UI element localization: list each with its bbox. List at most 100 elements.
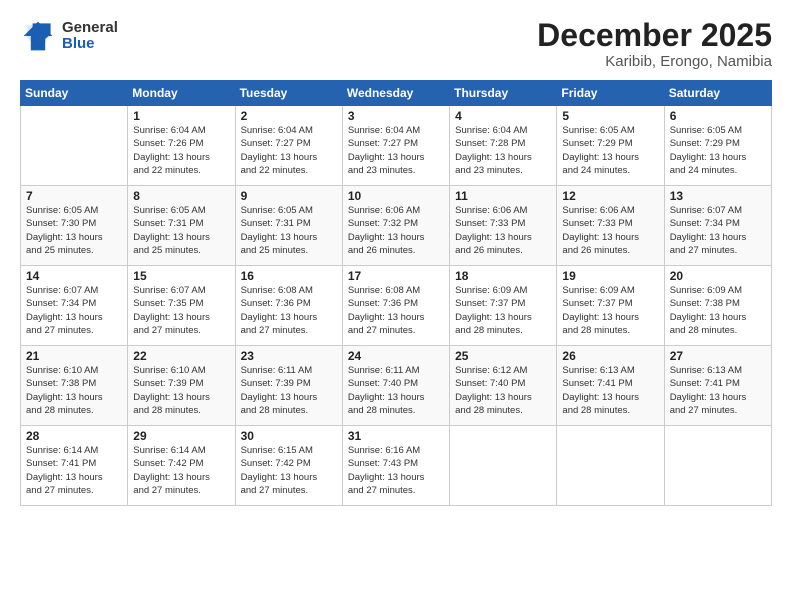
calendar-cell — [664, 426, 771, 506]
day-info: Sunrise: 6:05 AMSunset: 7:30 PMDaylight:… — [26, 204, 122, 257]
day-header-monday: Monday — [128, 81, 235, 106]
logo: General Blue — [20, 18, 118, 54]
calendar-table: SundayMondayTuesdayWednesdayThursdayFrid… — [20, 80, 772, 506]
day-number: 25 — [455, 349, 551, 363]
calendar-cell: 22Sunrise: 6:10 AMSunset: 7:39 PMDayligh… — [128, 346, 235, 426]
day-info: Sunrise: 6:09 AMSunset: 7:38 PMDaylight:… — [670, 284, 766, 337]
month-title: December 2025 — [537, 18, 772, 53]
day-number: 19 — [562, 269, 658, 283]
calendar-cell: 11Sunrise: 6:06 AMSunset: 7:33 PMDayligh… — [450, 186, 557, 266]
day-header-thursday: Thursday — [450, 81, 557, 106]
day-header-tuesday: Tuesday — [235, 81, 342, 106]
calendar-cell: 12Sunrise: 6:06 AMSunset: 7:33 PMDayligh… — [557, 186, 664, 266]
day-info: Sunrise: 6:16 AMSunset: 7:43 PMDaylight:… — [348, 444, 444, 497]
day-info: Sunrise: 6:14 AMSunset: 7:41 PMDaylight:… — [26, 444, 122, 497]
page: General Blue December 2025 Karibib, Eron… — [0, 0, 792, 612]
day-number: 13 — [670, 189, 766, 203]
calendar-cell: 20Sunrise: 6:09 AMSunset: 7:38 PMDayligh… — [664, 266, 771, 346]
calendar-cell: 3Sunrise: 6:04 AMSunset: 7:27 PMDaylight… — [342, 106, 449, 186]
calendar-cell — [450, 426, 557, 506]
day-info: Sunrise: 6:11 AMSunset: 7:39 PMDaylight:… — [241, 364, 337, 417]
day-info: Sunrise: 6:05 AMSunset: 7:31 PMDaylight:… — [241, 204, 337, 257]
day-number: 31 — [348, 429, 444, 443]
day-info: Sunrise: 6:04 AMSunset: 7:27 PMDaylight:… — [241, 124, 337, 177]
location-subtitle: Karibib, Erongo, Namibia — [537, 53, 772, 70]
day-info: Sunrise: 6:04 AMSunset: 7:28 PMDaylight:… — [455, 124, 551, 177]
calendar-cell: 21Sunrise: 6:10 AMSunset: 7:38 PMDayligh… — [21, 346, 128, 426]
day-info: Sunrise: 6:05 AMSunset: 7:31 PMDaylight:… — [133, 204, 229, 257]
calendar-cell: 17Sunrise: 6:08 AMSunset: 7:36 PMDayligh… — [342, 266, 449, 346]
day-info: Sunrise: 6:09 AMSunset: 7:37 PMDaylight:… — [562, 284, 658, 337]
calendar-cell: 9Sunrise: 6:05 AMSunset: 7:31 PMDaylight… — [235, 186, 342, 266]
day-info: Sunrise: 6:14 AMSunset: 7:42 PMDaylight:… — [133, 444, 229, 497]
day-info: Sunrise: 6:07 AMSunset: 7:35 PMDaylight:… — [133, 284, 229, 337]
calendar-cell: 1Sunrise: 6:04 AMSunset: 7:26 PMDaylight… — [128, 106, 235, 186]
day-number: 6 — [670, 109, 766, 123]
day-header-sunday: Sunday — [21, 81, 128, 106]
day-number: 15 — [133, 269, 229, 283]
calendar-cell: 14Sunrise: 6:07 AMSunset: 7:34 PMDayligh… — [21, 266, 128, 346]
calendar-cell: 5Sunrise: 6:05 AMSunset: 7:29 PMDaylight… — [557, 106, 664, 186]
calendar-cell: 16Sunrise: 6:08 AMSunset: 7:36 PMDayligh… — [235, 266, 342, 346]
day-info: Sunrise: 6:05 AMSunset: 7:29 PMDaylight:… — [670, 124, 766, 177]
calendar-cell — [21, 106, 128, 186]
day-number: 30 — [241, 429, 337, 443]
day-info: Sunrise: 6:08 AMSunset: 7:36 PMDaylight:… — [348, 284, 444, 337]
calendar-cell: 26Sunrise: 6:13 AMSunset: 7:41 PMDayligh… — [557, 346, 664, 426]
calendar-cell: 15Sunrise: 6:07 AMSunset: 7:35 PMDayligh… — [128, 266, 235, 346]
calendar-cell: 23Sunrise: 6:11 AMSunset: 7:39 PMDayligh… — [235, 346, 342, 426]
day-number: 10 — [348, 189, 444, 203]
day-number: 23 — [241, 349, 337, 363]
day-info: Sunrise: 6:07 AMSunset: 7:34 PMDaylight:… — [670, 204, 766, 257]
day-number: 9 — [241, 189, 337, 203]
calendar-cell: 27Sunrise: 6:13 AMSunset: 7:41 PMDayligh… — [664, 346, 771, 426]
calendar-cell: 29Sunrise: 6:14 AMSunset: 7:42 PMDayligh… — [128, 426, 235, 506]
calendar-cell: 18Sunrise: 6:09 AMSunset: 7:37 PMDayligh… — [450, 266, 557, 346]
day-info: Sunrise: 6:09 AMSunset: 7:37 PMDaylight:… — [455, 284, 551, 337]
day-info: Sunrise: 6:13 AMSunset: 7:41 PMDaylight:… — [562, 364, 658, 417]
day-info: Sunrise: 6:06 AMSunset: 7:32 PMDaylight:… — [348, 204, 444, 257]
calendar-cell: 24Sunrise: 6:11 AMSunset: 7:40 PMDayligh… — [342, 346, 449, 426]
day-info: Sunrise: 6:06 AMSunset: 7:33 PMDaylight:… — [455, 204, 551, 257]
day-info: Sunrise: 6:10 AMSunset: 7:39 PMDaylight:… — [133, 364, 229, 417]
calendar-cell: 28Sunrise: 6:14 AMSunset: 7:41 PMDayligh… — [21, 426, 128, 506]
calendar-cell: 8Sunrise: 6:05 AMSunset: 7:31 PMDaylight… — [128, 186, 235, 266]
day-info: Sunrise: 6:13 AMSunset: 7:41 PMDaylight:… — [670, 364, 766, 417]
day-header-friday: Friday — [557, 81, 664, 106]
calendar-cell: 2Sunrise: 6:04 AMSunset: 7:27 PMDaylight… — [235, 106, 342, 186]
day-number: 5 — [562, 109, 658, 123]
header: General Blue December 2025 Karibib, Eron… — [20, 18, 772, 70]
day-number: 7 — [26, 189, 122, 203]
day-info: Sunrise: 6:06 AMSunset: 7:33 PMDaylight:… — [562, 204, 658, 257]
logo-icon — [20, 18, 56, 54]
day-number: 8 — [133, 189, 229, 203]
day-number: 22 — [133, 349, 229, 363]
day-info: Sunrise: 6:04 AMSunset: 7:26 PMDaylight:… — [133, 124, 229, 177]
calendar-cell: 7Sunrise: 6:05 AMSunset: 7:30 PMDaylight… — [21, 186, 128, 266]
day-number: 27 — [670, 349, 766, 363]
calendar-cell: 31Sunrise: 6:16 AMSunset: 7:43 PMDayligh… — [342, 426, 449, 506]
day-info: Sunrise: 6:04 AMSunset: 7:27 PMDaylight:… — [348, 124, 444, 177]
day-number: 2 — [241, 109, 337, 123]
day-header-saturday: Saturday — [664, 81, 771, 106]
day-number: 16 — [241, 269, 337, 283]
calendar-cell: 25Sunrise: 6:12 AMSunset: 7:40 PMDayligh… — [450, 346, 557, 426]
day-number: 21 — [26, 349, 122, 363]
day-number: 24 — [348, 349, 444, 363]
day-header-wednesday: Wednesday — [342, 81, 449, 106]
day-number: 18 — [455, 269, 551, 283]
day-info: Sunrise: 6:15 AMSunset: 7:42 PMDaylight:… — [241, 444, 337, 497]
day-number: 29 — [133, 429, 229, 443]
day-number: 28 — [26, 429, 122, 443]
day-number: 1 — [133, 109, 229, 123]
logo-general: General — [62, 20, 118, 37]
day-number: 12 — [562, 189, 658, 203]
day-info: Sunrise: 6:07 AMSunset: 7:34 PMDaylight:… — [26, 284, 122, 337]
day-number: 3 — [348, 109, 444, 123]
calendar-cell: 10Sunrise: 6:06 AMSunset: 7:32 PMDayligh… — [342, 186, 449, 266]
day-info: Sunrise: 6:11 AMSunset: 7:40 PMDaylight:… — [348, 364, 444, 417]
day-number: 20 — [670, 269, 766, 283]
day-number: 11 — [455, 189, 551, 203]
calendar-cell: 13Sunrise: 6:07 AMSunset: 7:34 PMDayligh… — [664, 186, 771, 266]
day-info: Sunrise: 6:10 AMSunset: 7:38 PMDaylight:… — [26, 364, 122, 417]
